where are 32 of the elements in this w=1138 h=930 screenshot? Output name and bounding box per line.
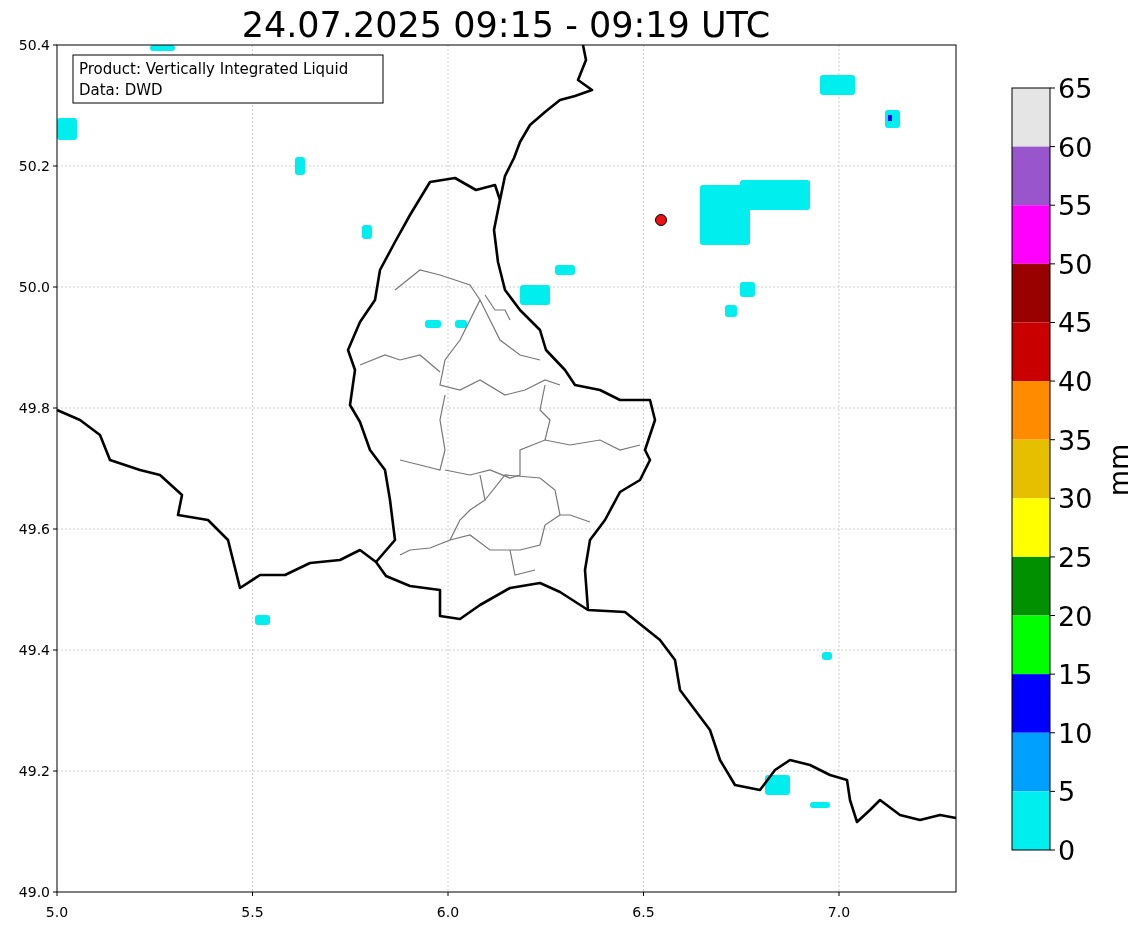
y-axis-tick-label: 49.8 bbox=[18, 400, 50, 416]
chart-title: 24.07.2025 09:15 - 09:19 UTC bbox=[241, 5, 771, 45]
colorbar-tick-label: 30 bbox=[1058, 483, 1093, 515]
y-axis-tick-label: 50.0 bbox=[18, 279, 50, 295]
x-axis-tick-label: 6.0 bbox=[436, 904, 460, 920]
info-text: Data: DWD bbox=[79, 81, 163, 99]
y-axis-tick-label: 49.0 bbox=[18, 884, 50, 900]
colorbar-tick-label: 0 bbox=[1058, 835, 1076, 866]
x-axis-tick-label: 5.0 bbox=[45, 904, 69, 920]
y-axis-tick-label: 50.2 bbox=[18, 158, 50, 174]
y-axis-tick-label: 49.4 bbox=[18, 642, 50, 658]
x-axis-tick-label: 6.5 bbox=[632, 904, 655, 920]
colorbar-tick-label: 45 bbox=[1058, 307, 1093, 339]
colorbar-tick-label: 55 bbox=[1058, 190, 1093, 222]
colorbar-tick-label: 20 bbox=[1058, 600, 1093, 632]
colorbar-tick-label: 35 bbox=[1058, 424, 1093, 456]
colorbar-tick-label: 10 bbox=[1058, 717, 1093, 749]
colorbar-tick-label: 15 bbox=[1058, 659, 1093, 691]
info-text: Product: Vertically Integrated Liquid bbox=[79, 60, 349, 78]
x-axis-tick-label: 5.5 bbox=[241, 904, 264, 920]
y-axis-tick-label: 50.4 bbox=[18, 37, 50, 53]
colorbar-tick-label: 60 bbox=[1058, 131, 1093, 163]
colorbar-tick-label: 5 bbox=[1058, 776, 1076, 808]
location-marker-icon bbox=[655, 214, 667, 226]
x-axis-tick-label: 7.0 bbox=[827, 904, 851, 920]
colorbar-tick-label: 40 bbox=[1058, 366, 1093, 398]
colorbar-tick-label: 50 bbox=[1058, 248, 1093, 280]
y-axis-tick-label: 49.6 bbox=[18, 521, 50, 537]
colorbar-tick-label: 65 bbox=[1058, 73, 1093, 104]
colorbar-tick-label: 25 bbox=[1058, 541, 1093, 573]
colorbar-label: mm bbox=[1103, 443, 1134, 497]
y-axis-tick-label: 49.2 bbox=[18, 763, 50, 779]
